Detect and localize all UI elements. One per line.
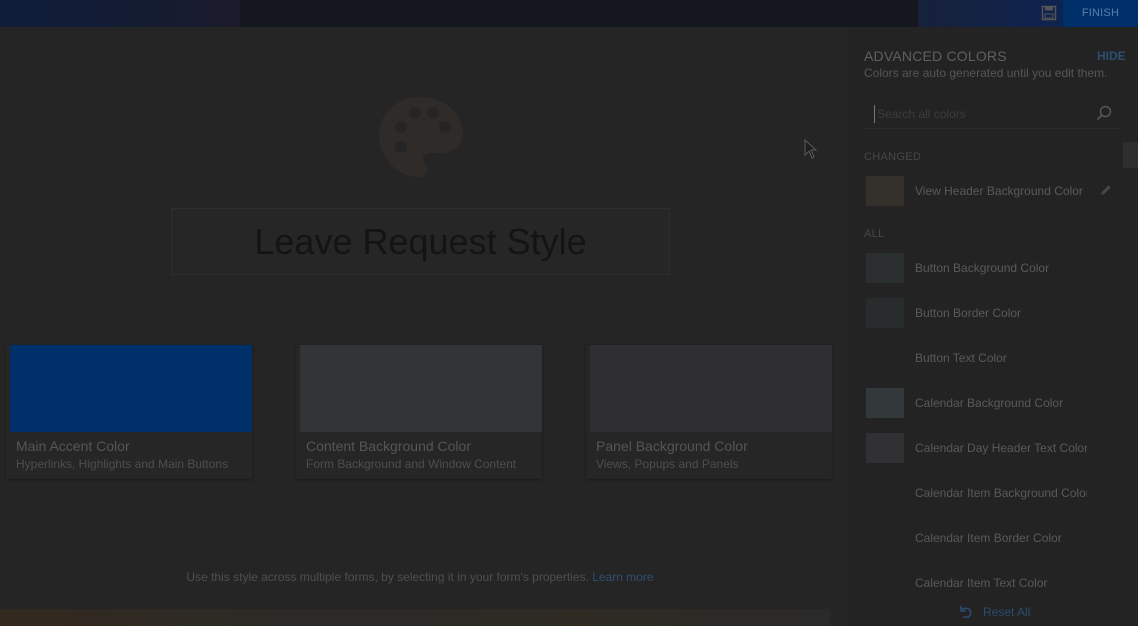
style-name-text: Leave Request Style [254,221,587,262]
all-section-label: ALL [864,228,885,240]
color-label: Button Text Color [915,351,1007,365]
card-subtitle: Hyperlinks, Highlights and Main Buttons [16,457,229,471]
content-background-color-card[interactable]: Content Background Color Form Background… [296,345,542,479]
color-label: View Header Background Color [915,184,1083,198]
scrollbar-thumb[interactable] [1123,142,1138,168]
color-label: Button Background Color [915,261,1050,275]
search-icon[interactable] [1096,105,1112,121]
color-row-calendar-day-header-text[interactable]: Calendar Day Header Text Color [866,433,1126,463]
undo-icon [960,606,972,618]
color-row-button-text[interactable]: Button Text Color [866,343,1126,373]
color-label: Calendar Background Color [915,396,1064,410]
top-bar: FINISH [0,0,1138,27]
card-subtitle: Views, Popups and Panels [596,457,739,471]
card-title: Main Accent Color [16,438,130,454]
learn-more-link[interactable]: Learn more [592,570,653,584]
footer-note: Use this style across multiple forms, by… [0,570,840,584]
color-row-button-border[interactable]: Button Border Color [866,298,1126,328]
main-accent-color-card[interactable]: Main Accent Color Hyperlinks, Highlights… [6,345,252,479]
advanced-colors-panel: ADVANCED COLORS HIDE Colors are auto gen… [848,27,1138,626]
style-name-field[interactable]: Leave Request Style [171,208,670,275]
color-swatch[interactable] [866,343,904,373]
color-swatch[interactable] [866,176,904,206]
color-label: Calendar Item Border Color [915,531,1062,545]
palette-icon [379,97,463,177]
mouse-cursor-icon [804,139,818,159]
footer-text: Use this style across multiple forms, by… [186,570,589,584]
color-row-calendar-background[interactable]: Calendar Background Color [866,388,1126,418]
panel-title: ADVANCED COLORS [864,48,1007,64]
content-background-swatch [300,345,542,432]
save-icon[interactable] [1041,5,1057,21]
card-subtitle: Form Background and Window Content [306,457,517,471]
changed-section-label: CHANGED [864,151,922,163]
color-swatch[interactable] [866,568,904,598]
color-search [866,99,1121,129]
pencil-icon[interactable] [1100,184,1112,196]
style-editor-main: Leave Request Style Main Accent Color Hy… [0,27,848,626]
color-row-calendar-item-background[interactable]: Calendar Item Background Color [866,478,1126,508]
finish-button[interactable]: FINISH [1063,0,1138,27]
color-label: Calendar Day Header Text Color [915,441,1087,455]
color-swatch[interactable] [866,388,904,418]
main-accent-swatch [10,345,252,432]
color-swatch[interactable] [866,253,904,283]
color-swatch[interactable] [866,433,904,463]
color-row-view-header-background[interactable]: View Header Background Color [866,176,1126,206]
color-swatch[interactable] [866,298,904,328]
search-input[interactable] [874,105,1084,123]
color-row-button-background[interactable]: Button Background Color [866,253,1126,283]
color-label: Calendar Item Background Color [915,486,1087,500]
color-label: Calendar Item Text Color [915,576,1048,590]
reset-all-label: Reset All [983,605,1031,619]
panel-subtitle: Colors are auto generated until you edit… [864,66,1108,80]
panel-background-color-card[interactable]: Panel Background Color Views, Popups and… [586,345,832,479]
reset-all-button[interactable]: Reset All [848,598,1138,626]
card-title: Content Background Color [306,438,471,454]
color-row-calendar-item-border[interactable]: Calendar Item Border Color [866,523,1126,553]
top-bar-left-band [0,0,240,27]
color-swatch[interactable] [866,523,904,553]
card-title: Panel Background Color [596,438,748,454]
panel-background-swatch [590,345,832,432]
color-row-calendar-item-text[interactable]: Calendar Item Text Color [866,568,1126,598]
color-label: Button Border Color [915,306,1022,320]
hide-button[interactable]: HIDE [1097,49,1126,63]
bottom-strip [0,609,830,626]
color-swatch[interactable] [866,478,904,508]
